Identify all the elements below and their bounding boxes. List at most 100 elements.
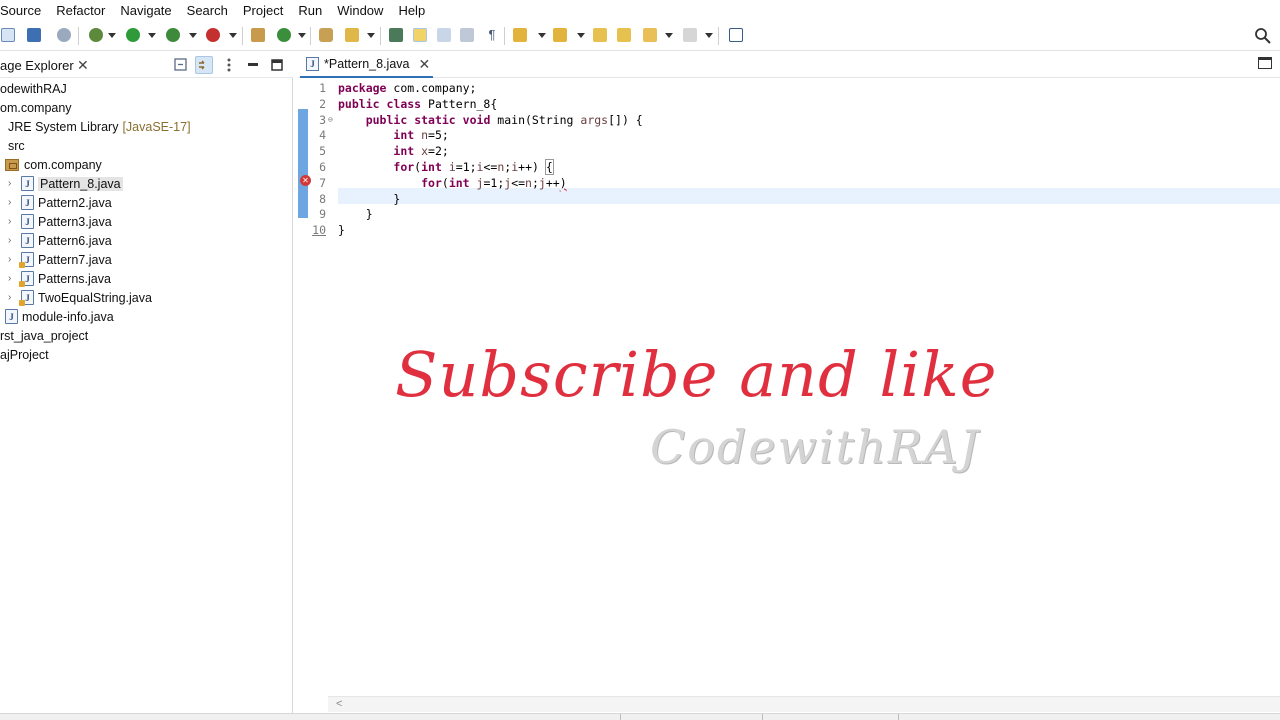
tree-item[interactable]: rst_java_project (0, 326, 88, 345)
horizontal-scrollbar[interactable]: < (328, 696, 1280, 712)
maximize-icon[interactable] (1258, 57, 1272, 69)
tree-item[interactable]: › J Pattern6.java (8, 231, 112, 250)
line-number: 9 (319, 207, 326, 222)
previous-annotation-icon[interactable] (552, 27, 568, 43)
code-token: int (393, 144, 415, 159)
forward-icon[interactable] (682, 27, 698, 43)
new-package-icon[interactable] (250, 27, 266, 43)
chevron-right-icon[interactable]: › (8, 292, 18, 303)
code-token: int (421, 160, 442, 174)
new-icon[interactable] (0, 27, 16, 43)
debug-icon[interactable] (88, 27, 104, 43)
last-edit-icon[interactable] (592, 27, 608, 43)
open-perspective-icon[interactable] (728, 27, 744, 43)
view-menu-icon[interactable] (220, 56, 238, 74)
tree-item[interactable]: ajProject (0, 345, 49, 364)
package-explorer: age Explorer ✕ odewithRAJ om.company JRE S… (0, 52, 293, 714)
open-type-icon[interactable] (318, 27, 334, 43)
library-version: [JavaSE-17] (122, 119, 191, 134)
menu-help[interactable]: Help (398, 3, 425, 18)
java-file-icon: J (21, 233, 34, 248)
code-token: for (393, 160, 415, 174)
fold-toggle-icon[interactable]: ⊖ (328, 115, 333, 124)
show-whitespace-icon[interactable] (459, 27, 475, 43)
tree-item[interactable]: › J Pattern_8.java (8, 174, 123, 193)
explorer-header: age Explorer ✕ (0, 52, 293, 78)
external-tools-icon[interactable] (205, 27, 221, 43)
toggle-highlight-icon[interactable] (412, 27, 428, 43)
menu-bar: Source Refactor Navigate Search Project Run Wi… (0, 0, 1280, 21)
toggle-mark-occurrences-icon[interactable] (388, 27, 404, 43)
chevron-right-icon[interactable]: › (8, 273, 18, 284)
code-token: main(String (490, 112, 581, 127)
tree-item[interactable]: › J Pattern2.java (8, 193, 112, 212)
chevron-right-icon[interactable]: › (8, 197, 18, 208)
menu-window[interactable]: Window (337, 3, 383, 18)
line-number: 7 (319, 175, 326, 190)
block-selection-icon[interactable] (436, 27, 452, 43)
code-token: } (338, 207, 373, 222)
run-icon[interactable] (125, 27, 141, 43)
menu-refactor[interactable]: Refactor (56, 3, 105, 18)
chevron-right-icon[interactable]: › (8, 254, 18, 265)
chevron-right-icon[interactable]: › (8, 178, 18, 189)
code-line: for(int j=1;j<=n;j++) (338, 175, 567, 191)
tree-item[interactable]: › J Pattern3.java (8, 212, 112, 231)
code-token: class (386, 96, 422, 111)
menu-search[interactable]: Search (187, 3, 228, 18)
tree-item[interactable]: odewithRAJ (0, 79, 67, 98)
tree-item[interactable]: JRE System Library [JavaSE-17] (8, 117, 191, 136)
editor-tab-pattern-8[interactable]: J *Pattern_8.java ✕ (300, 52, 433, 78)
explorer-title: age Explorer (0, 58, 74, 73)
save-icon[interactable] (26, 27, 42, 43)
status-bar (0, 713, 1280, 720)
maximize-icon[interactable] (268, 56, 286, 74)
minimize-icon[interactable] (244, 56, 262, 74)
tree-item[interactable]: om.company (0, 98, 72, 117)
collapse-all-icon[interactable] (172, 56, 190, 74)
menu-project[interactable]: Project (243, 3, 283, 18)
code-line: public class Pattern_8{ (338, 96, 497, 112)
back-icon[interactable] (642, 27, 658, 43)
next-edit-icon[interactable] (616, 27, 632, 43)
tree-item[interactable]: Jmodule-info.java (5, 307, 114, 326)
tree-item[interactable]: com.company (5, 155, 102, 174)
line-number: 4 (319, 128, 326, 143)
tree-item[interactable]: › J Pattern7.java (8, 250, 112, 269)
close-icon[interactable]: ✕ (418, 56, 430, 73)
menu-source[interactable]: Source (0, 3, 41, 18)
link-with-editor-icon[interactable] (195, 56, 213, 74)
tree-item[interactable]: src (8, 136, 25, 155)
tree-item[interactable]: › J Patterns.java (8, 269, 111, 288)
tree-item-label: module-info.java (22, 309, 114, 324)
chevron-right-icon[interactable]: › (8, 216, 18, 227)
skip-breakpoints-icon[interactable] (56, 27, 72, 43)
next-annotation-icon[interactable] (512, 27, 528, 43)
code-token: int (393, 128, 415, 143)
java-file-icon: J (21, 195, 34, 210)
code-line: } (338, 222, 345, 238)
coverage-icon[interactable] (165, 27, 181, 43)
search-icon[interactable] (1254, 27, 1272, 45)
line-number: 3 (319, 112, 326, 127)
tree-item-label: JRE System Library (8, 119, 119, 134)
search-tool-icon[interactable] (344, 27, 360, 43)
overlay-watermark: CodewithRAJ (650, 420, 981, 474)
line-number: 2 (319, 96, 326, 111)
code-token: ; (531, 175, 539, 190)
new-class-icon[interactable] (276, 27, 292, 43)
code-token: []) { (608, 112, 643, 127)
pilcrow-icon[interactable]: ¶ (484, 27, 500, 43)
code-token: public (365, 112, 408, 127)
menu-run[interactable]: Run (298, 3, 322, 18)
menu-navigate[interactable]: Navigate (120, 3, 171, 18)
chevron-right-icon[interactable]: › (8, 235, 18, 246)
close-icon[interactable]: ✕ (77, 57, 89, 74)
java-file-icon: J (21, 176, 34, 191)
code-token: ( (441, 175, 449, 190)
tree-item[interactable]: › J TwoEqualString.java (8, 288, 152, 307)
